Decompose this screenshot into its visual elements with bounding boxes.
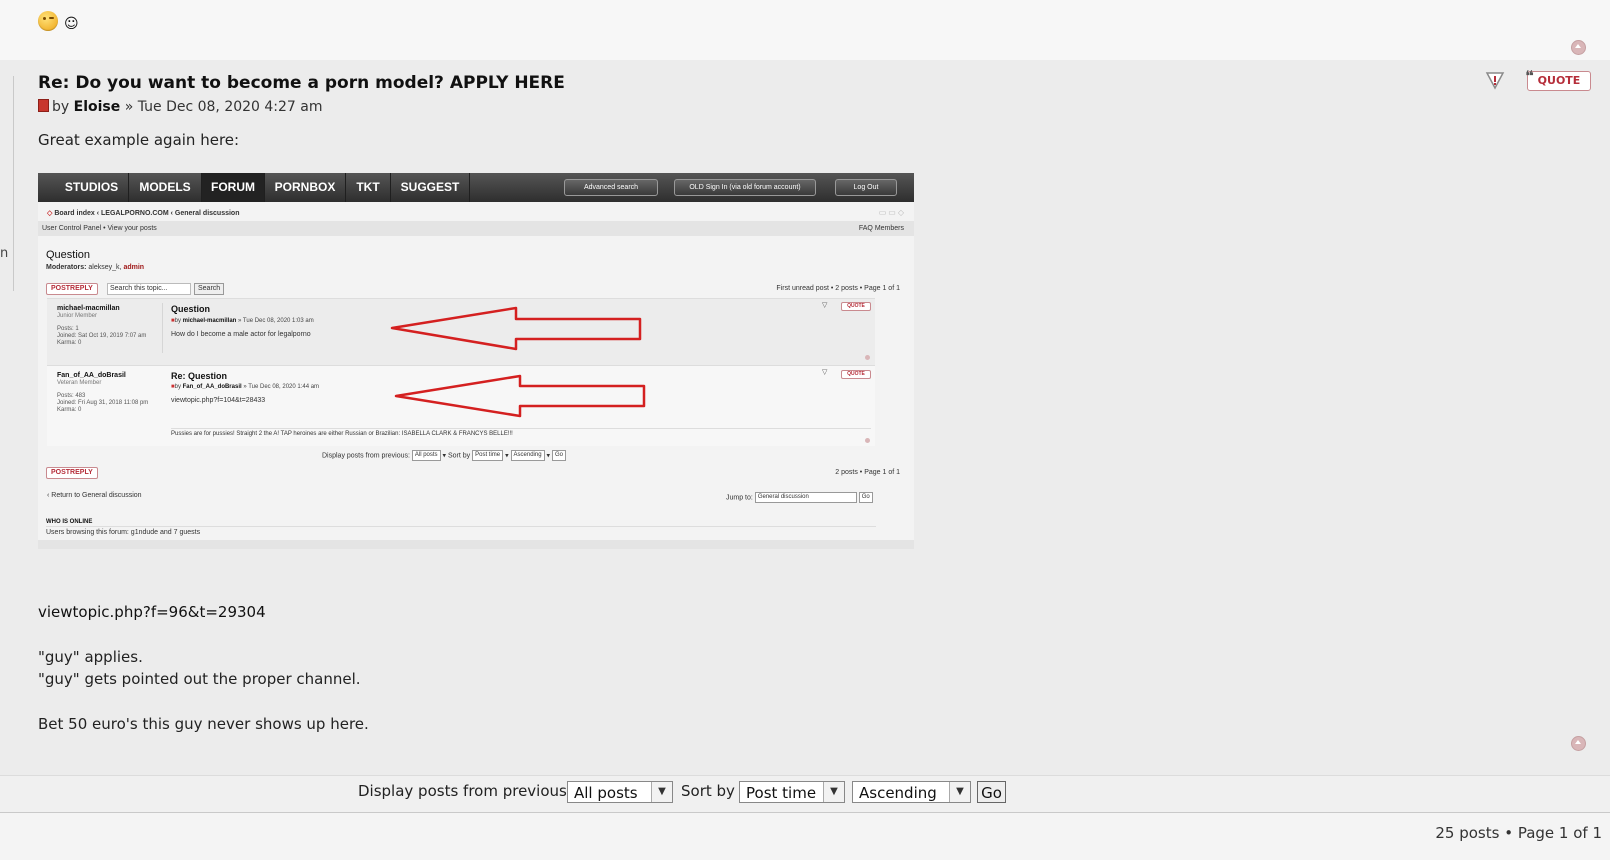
post-meta: by Eloise » Tue Dec 08, 2020 4:27 am	[38, 99, 323, 115]
embedded-display-options: Display posts from previous: All posts ▾…	[322, 450, 566, 461]
quote-button-label: QUOTE	[1537, 74, 1581, 87]
embedded-post-meta: ■by michael-macmillan » Tue Dec 08, 2020…	[171, 318, 314, 324]
embedded-postreply-top: POSTREPLY	[46, 283, 98, 295]
embedded-who-is-online: WHO IS ONLINE	[46, 519, 93, 525]
quote-mark-icon: ❝	[1525, 67, 1534, 85]
embedded-post-text: How do I become a male actor for legalpo…	[171, 331, 311, 338]
embedded-post-title: Re: Question	[171, 371, 228, 381]
embedded-print-icons: ▭▭◇	[878, 208, 906, 217]
embedded-tab-forum: FORUM	[202, 173, 265, 202]
previous-post-end: ☺	[0, 0, 1610, 60]
embedded-ucp-links: User Control Panel • View your posts	[42, 225, 157, 232]
smile-emoji-icon: ☺	[64, 16, 79, 32]
post-title[interactable]: Re: Do you want to become a porn model? …	[38, 73, 565, 93]
embedded-top-icon	[865, 355, 870, 360]
embedded-tab-models: MODELS	[129, 173, 202, 202]
left-fragment-text: n	[0, 246, 9, 261]
embedded-pagination-top: First unread post • 2 posts • Page 1 of …	[776, 285, 900, 292]
embedded-nav-bar: STUDIOS MODELS FORUM PORNBOX TKT SUGGEST…	[38, 173, 914, 202]
embedded-pagination-bottom: 2 posts • Page 1 of 1	[835, 469, 900, 476]
embedded-tab-pornbox: PORNBOX	[265, 173, 346, 202]
embedded-post-signature: Pussies are for pussies! Straight 2 the …	[171, 431, 513, 437]
post-intro-text: Great example again here:	[38, 131, 240, 149]
embedded-post-rank: Junior Member	[57, 313, 98, 319]
post-line-3: Bet 50 euro's this guy never shows up he…	[38, 715, 369, 733]
post-line-1: "guy" applies.	[38, 648, 143, 666]
embedded-tab-studios: STUDIOS	[55, 173, 129, 202]
embedded-signature-divider	[171, 428, 871, 429]
embedded-bottom-band	[38, 540, 914, 549]
embedded-screenshot: STUDIOS MODELS FORUM PORNBOX TKT SUGGEST…	[38, 173, 914, 549]
embedded-quote-button: QUOTE	[841, 370, 871, 379]
post-line-2: "guy" gets pointed out the proper channe…	[38, 670, 361, 688]
back-to-top-icon[interactable]	[1571, 736, 1586, 751]
go-button[interactable]: Go	[977, 781, 1006, 803]
embedded-report-icon: ▽	[822, 369, 828, 376]
embedded-users-browsing: Users browsing this forum: g1ndude and 7…	[46, 529, 201, 536]
embedded-report-icon: ▽	[822, 302, 828, 309]
chevron-down-icon: ▼	[949, 782, 970, 802]
embedded-tab-suggest: SUGGEST	[391, 173, 470, 202]
embedded-quote-button: QUOTE	[841, 302, 871, 311]
chevron-down-icon: ▼	[651, 782, 672, 802]
report-icon[interactable]	[1485, 70, 1505, 90]
embedded-post-rank: Veteran Member	[57, 380, 102, 386]
embedded-post-separator	[162, 303, 163, 353]
embedded-faq-links: FAQ Members	[858, 225, 904, 232]
embedded-jump-to: Jump to: General discussion Go	[726, 492, 873, 503]
post-author-link[interactable]: Eloise	[74, 99, 121, 115]
wink-emoji-icon	[38, 11, 58, 31]
quote-button[interactable]: ❝ QUOTE	[1525, 67, 1591, 91]
chevron-down-icon: ▼	[823, 782, 844, 802]
post-link[interactable]: viewtopic.php?f=96&t=29304	[38, 603, 266, 621]
sort-by-label: Sort by	[681, 782, 735, 800]
post-meta-by: by	[52, 99, 70, 115]
embedded-post-title: Question	[171, 304, 211, 314]
back-to-top-icon[interactable]	[1571, 40, 1586, 55]
display-posts-select[interactable]: All posts ▼	[567, 781, 673, 803]
embedded-post-author: Fan_of_AA_doBrasil	[57, 372, 126, 379]
embedded-ucp-bar	[38, 221, 914, 236]
embedded-search-button: Search	[194, 283, 225, 295]
red-arrow-1	[390, 306, 642, 351]
display-posts-label: Display posts from previous:	[358, 782, 572, 800]
embedded-search-box: Search this topic...	[107, 283, 191, 295]
embedded-post-meta: ■by Fan_of_AA_doBrasil » Tue Dec 08, 202…	[171, 384, 320, 390]
embedded-topic-title: Question	[46, 249, 91, 261]
red-arrow-2	[394, 374, 646, 418]
embedded-top-icon	[865, 438, 870, 443]
embedded-online-divider	[46, 526, 876, 527]
pagination-count: 25 posts • Page 1 of 1	[1435, 824, 1602, 842]
sort-by-select[interactable]: Post time ▼	[739, 781, 845, 803]
embedded-moderators: Moderators: aleksey_k, admin	[46, 264, 145, 271]
sort-order-select[interactable]: Ascending ▼	[852, 781, 971, 803]
embedded-postreply-bottom: POSTREPLY	[46, 467, 98, 479]
left-divider	[13, 76, 14, 291]
post-icon[interactable]	[38, 99, 49, 112]
embedded-log-out: Log Out	[835, 179, 897, 196]
embedded-post-info: Posts: 483 Joined: Fri Aug 31, 2018 11:08…	[57, 393, 149, 413]
embedded-post-author: michael-macmillan	[57, 305, 120, 312]
embedded-advanced-search: Advanced search	[564, 179, 658, 196]
embedded-old-sign-in: OLD Sign In (via old forum account)	[674, 179, 816, 196]
embedded-return-link: ‹ Return to General discussion	[47, 492, 142, 499]
embedded-tab-tkt: TKT	[346, 173, 391, 202]
embedded-post-text: viewtopic.php?f=104&t=28433	[171, 397, 266, 404]
post-date: » Tue Dec 08, 2020 4:27 am	[124, 99, 323, 115]
embedded-breadcrumb: ◇ Board index ‹ LEGALPORNO.COM ‹ General…	[47, 210, 240, 217]
forum-post: n Re: Do you want to become a porn model…	[0, 60, 1610, 775]
embedded-post-info: Posts: 1 Joined: Sat Oct 19, 2019 7:07 am…	[57, 326, 147, 346]
